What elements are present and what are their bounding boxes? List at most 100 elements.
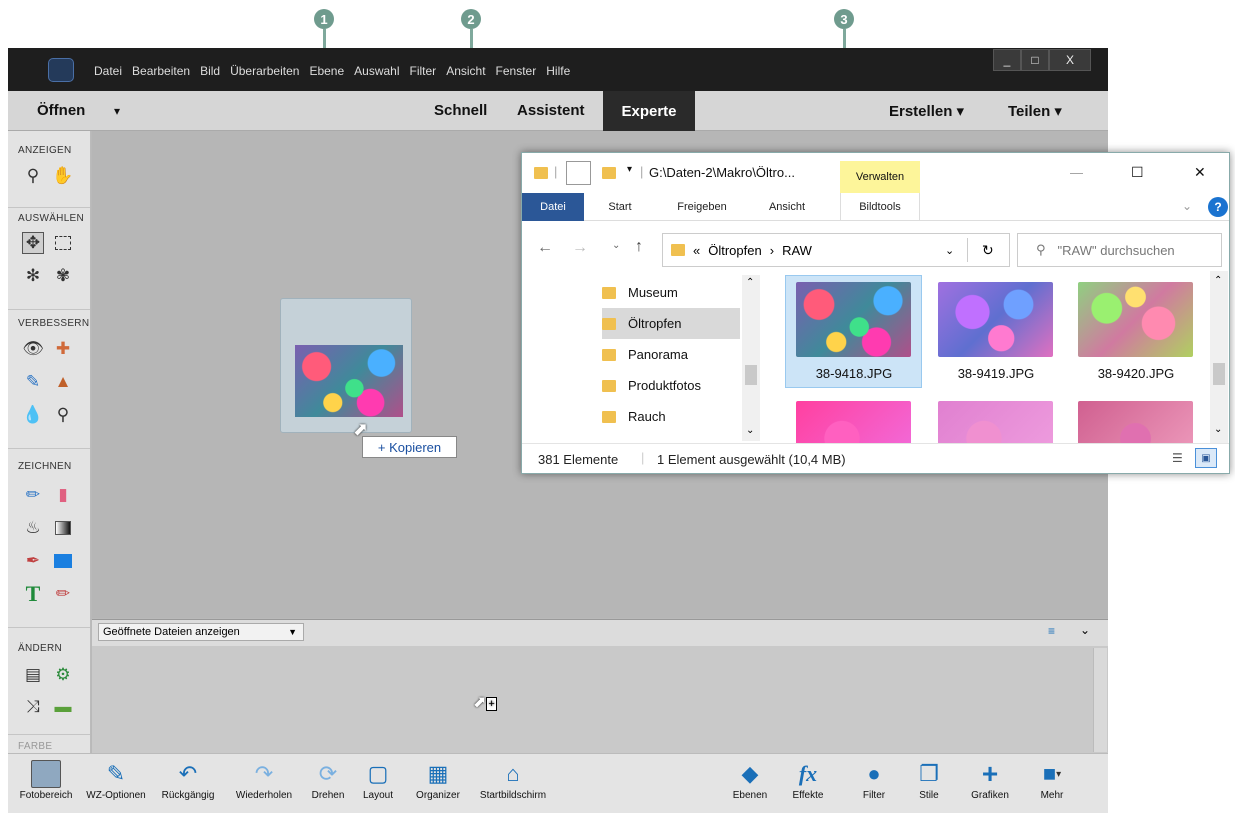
red-eye-tool-icon[interactable]: 👁 [22,338,44,360]
organizer-button[interactable]: ▦ Organizer [398,758,478,801]
quick-selection-tool-icon[interactable]: ✾ [52,265,74,287]
straighten-tool-icon[interactable]: ▬ [52,696,74,718]
section-anzeigen: ANZEIGEN [18,145,72,156]
refresh-icon[interactable]: ↻ [982,242,994,259]
explorer-minimize-button[interactable]: — [1070,165,1083,180]
menu-ueberarbeiten[interactable]: Überarbeiten [230,64,299,78]
explorer-maximize-button[interactable]: ☐ [1131,164,1144,181]
menu-datei[interactable]: Datei [94,64,122,78]
ribbon-expand-icon[interactable]: ⌄ [1182,199,1192,213]
marquee-tool-icon[interactable] [52,232,74,254]
nav-item-rauch[interactable]: Rauch [602,401,740,432]
address-bar[interactable]: « Öltropfen › RAW ⌄ ↻ [662,233,1010,267]
mode-schnell[interactable]: Schnell [434,102,487,119]
hand-tool-icon[interactable]: ✋ [52,165,74,187]
nav-scrollbar[interactable]: ⌃ ⌄ [742,275,760,441]
smart-brush-tool-icon[interactable]: ✎ [22,371,44,393]
breadcrumb-oeltropfen[interactable]: Öltropfen [708,243,761,258]
paint-bucket-tool-icon[interactable]: ♨ [22,517,44,539]
up-arrow-icon[interactable]: ↑ [635,238,643,256]
panel-scrollbar[interactable] [1093,648,1107,752]
clone-stamp-tool-icon[interactable]: ▲ [52,371,74,393]
mode-bar: Öffnen ▾ Schnell Assistent Experte Erste… [8,91,1108,131]
nav-item-museum[interactable]: Museum [602,277,740,308]
pencil-tool-icon[interactable]: ✏ [52,583,74,605]
ribbon-tab-ansicht[interactable]: Ansicht [757,193,817,221]
menu-hilfe[interactable]: Hilfe [546,64,570,78]
file-scroll-thumb[interactable] [1213,363,1225,385]
file-scroll-up-icon[interactable]: ⌃ [1214,275,1222,286]
panel-options-icon[interactable]: ≡ [1048,624,1055,638]
photo-bin-button[interactable]: Fotobereich [6,758,86,801]
eraser-tool-icon[interactable]: ▮ [52,484,74,506]
share-menu[interactable]: Teilen ▾ [1008,102,1062,120]
sponge-tool-icon[interactable]: ⚲ [52,404,74,426]
spot-healing-tool-icon[interactable]: ✚ [52,338,74,360]
nav-item-panorama[interactable]: Panorama [602,339,740,370]
nav-item-produktfotos[interactable]: Produktfotos [602,370,740,401]
file-thumbnail-9419[interactable] [938,282,1053,357]
maximize-button[interactable]: □ [1021,49,1049,71]
menu-ansicht[interactable]: Ansicht [446,64,485,78]
brush-tool-icon[interactable]: ✏ [22,484,44,506]
gradient-tool-icon[interactable] [52,517,74,539]
menu-ebene[interactable]: Ebene [309,64,344,78]
open-files-dropdown[interactable]: Geöffnete Dateien anzeigen ▼ [98,623,304,641]
help-icon[interactable]: ? [1208,197,1228,217]
crop-tool-icon[interactable]: ▤ [22,664,44,686]
mode-experte[interactable]: Experte [603,91,695,131]
eyedropper-tool-icon[interactable]: ✒ [22,550,44,572]
ribbon-tab-start[interactable]: Start [598,193,642,221]
file-thumbnail-row2-3[interactable] [1078,401,1193,443]
quick-access-box[interactable] [566,161,591,185]
close-button[interactable]: X [1049,49,1091,71]
open-dropdown-arrow[interactable]: ▾ [114,104,120,118]
open-button[interactable]: Öffnen [37,102,85,119]
chevron-down-icon[interactable]: ▾ [627,164,632,175]
scroll-down-icon[interactable]: ⌄ [746,425,754,436]
file-scroll-down-icon[interactable]: ⌄ [1214,424,1222,435]
shape-tool-icon[interactable] [52,550,74,572]
undo-button[interactable]: ↶ Rückgängig [148,758,228,801]
ribbon-tab-bildtools[interactable]: Bildtools [840,193,920,221]
menu-auswahl[interactable]: Auswahl [354,64,399,78]
blur-tool-icon[interactable]: 💧 [22,404,44,426]
scroll-up-icon[interactable]: ⌃ [746,277,754,288]
large-icons-view-icon[interactable]: ▣ [1195,448,1217,468]
file-thumbnail-row2-2[interactable] [938,401,1053,443]
menu-bild[interactable]: Bild [200,64,220,78]
address-dropdown-icon[interactable]: ⌄ [945,244,954,257]
more-button[interactable]: ■ ▾ Mehr [1012,758,1092,801]
forward-arrow-icon[interactable]: → [572,239,588,257]
ribbon-tab-datei[interactable]: Datei [522,193,584,221]
file-thumbnail-9420[interactable] [1078,282,1193,357]
nav-item-oeltropfen[interactable]: Öltropfen [602,308,740,339]
menu-bearbeiten[interactable]: Bearbeiten [132,64,190,78]
content-aware-move-tool-icon[interactable]: ⤨ [22,696,44,718]
file-thumbnail-row2-1[interactable] [796,401,911,443]
menu-filter[interactable]: Filter [410,64,437,78]
explorer-close-button[interactable]: ✕ [1194,164,1206,181]
search-box[interactable]: ⚲ "RAW" durchsuchen [1017,233,1222,267]
ribbon-tab-freigeben[interactable]: Freigeben [662,193,742,221]
file-scrollbar[interactable]: ⌃ ⌄ [1210,271,1228,443]
manage-context-tab[interactable]: Verwalten [840,161,920,193]
panel-collapse-icon[interactable]: ⌄ [1080,623,1090,637]
breadcrumb-overflow[interactable]: « [693,243,700,258]
recompose-tool-icon[interactable]: ⚙ [52,664,74,686]
breadcrumb-raw[interactable]: RAW [782,243,812,258]
minimize-button[interactable]: _ [993,49,1021,71]
type-tool-icon[interactable]: T [22,581,44,606]
create-menu[interactable]: Erstellen ▾ [889,102,964,120]
tool-options-button[interactable]: ✎ WZ-Optionen [76,758,156,801]
menu-fenster[interactable]: Fenster [496,64,537,78]
move-tool-icon[interactable]: ✥ [22,232,44,254]
zoom-tool-icon[interactable]: ⚲ [22,165,44,187]
scroll-thumb[interactable] [745,365,757,385]
mode-assistent[interactable]: Assistent [517,102,585,119]
home-screen-button[interactable]: ⌂ Startbildschirm [473,758,553,801]
recent-dropdown-icon[interactable]: ⌄ [612,240,620,251]
back-arrow-icon[interactable]: ← [537,239,553,257]
details-view-icon[interactable]: ☰ [1172,451,1183,465]
lasso-tool-icon[interactable]: ✻ [22,265,44,287]
